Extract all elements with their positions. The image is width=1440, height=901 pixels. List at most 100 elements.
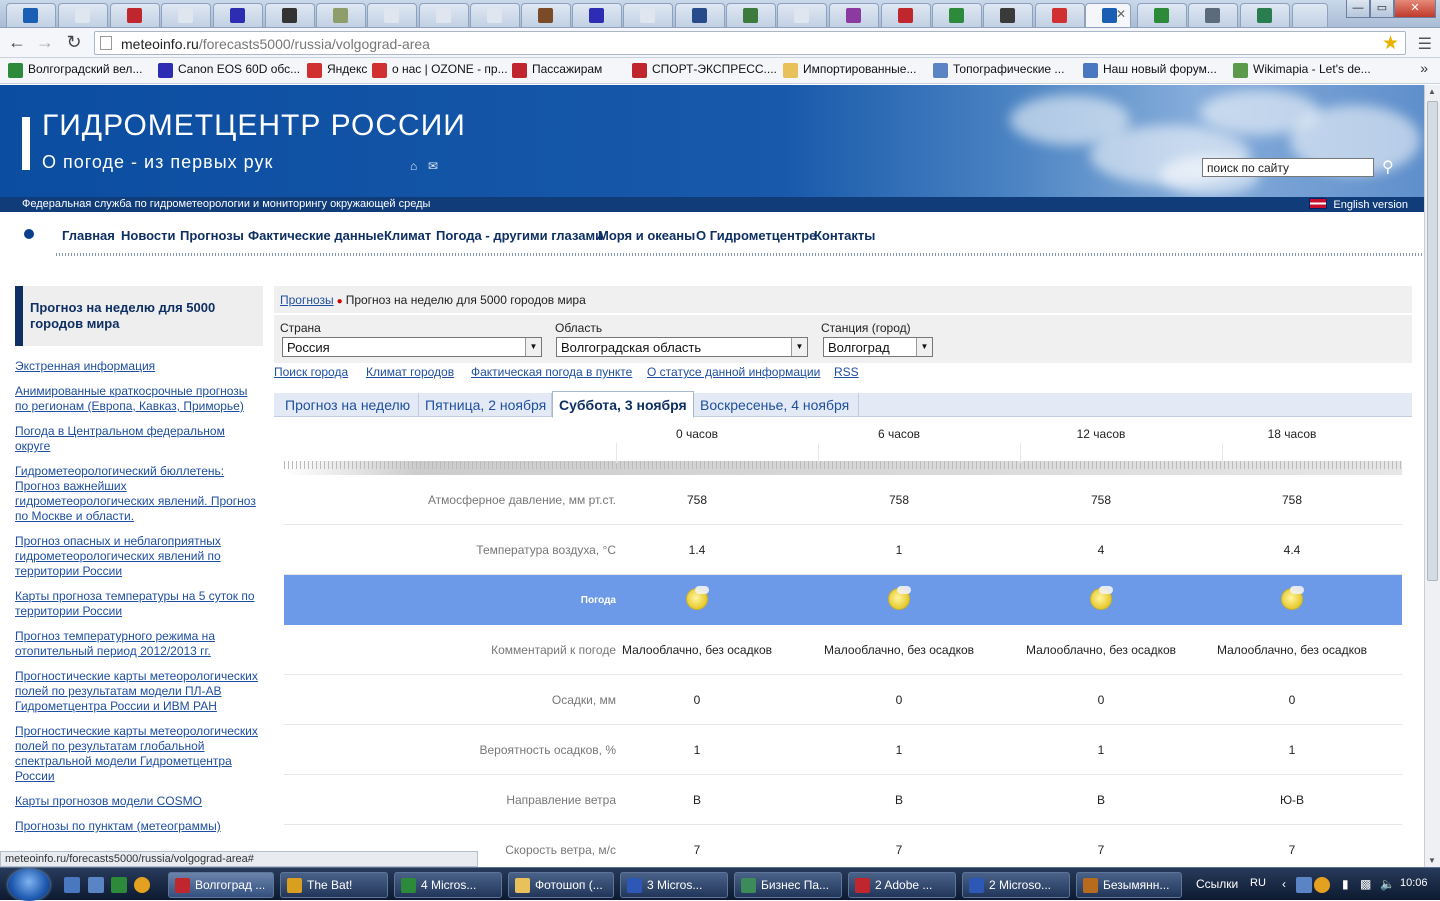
start-button[interactable] bbox=[8, 869, 50, 901]
browser-tab[interactable] bbox=[881, 3, 931, 27]
taskbar-item[interactable]: 4 Micros... bbox=[394, 872, 502, 898]
address-bar[interactable]: meteoinfo.ru/forecasts5000/russia/volgog… bbox=[94, 31, 1406, 55]
sidebar-link[interactable]: Прогноз температурного режима на отопите… bbox=[15, 629, 260, 659]
country-select[interactable]: Россия ▼ bbox=[282, 337, 542, 357]
taskbar-item[interactable]: 3 Micros... bbox=[620, 872, 728, 898]
site-search-input[interactable] bbox=[1202, 158, 1374, 177]
day-tab[interactable]: Прогноз на неделю bbox=[279, 393, 419, 417]
browser-tab[interactable] bbox=[1240, 3, 1290, 27]
browser-tab[interactable] bbox=[726, 3, 776, 27]
breadcrumb-link-forecasts[interactable]: Прогнозы bbox=[280, 293, 334, 307]
sidebar-link[interactable]: Карты прогнозов модели COSMO bbox=[15, 794, 260, 809]
tray-app-icon[interactable] bbox=[1314, 877, 1330, 893]
nav-item[interactable]: Моря и океаны bbox=[598, 228, 695, 243]
browser-tab[interactable] bbox=[367, 3, 417, 27]
browser-tab[interactable] bbox=[213, 3, 263, 27]
content-link[interactable]: Поиск города bbox=[274, 365, 348, 379]
minimize-window-icon[interactable]: — bbox=[1346, 0, 1370, 18]
content-link[interactable]: RSS bbox=[834, 365, 859, 379]
tray-expand-icon[interactable]: ‹ bbox=[1282, 877, 1286, 891]
wrench-menu-icon[interactable]: ☰ bbox=[1418, 34, 1432, 54]
nav-item[interactable]: Главная bbox=[62, 228, 115, 243]
browser-tab[interactable] bbox=[983, 3, 1033, 27]
quick-launch-chrome-icon[interactable] bbox=[134, 877, 150, 893]
content-link[interactable]: Фактическая погода в пункте bbox=[471, 365, 632, 379]
browser-tab[interactable] bbox=[777, 3, 827, 27]
sidebar-link[interactable]: Экстренная информация bbox=[15, 359, 260, 374]
quick-launch-desktop-icon[interactable] bbox=[88, 877, 104, 893]
taskbar-item[interactable]: 2 Microso... bbox=[962, 872, 1070, 898]
bookmark-item[interactable]: Пассажирам bbox=[512, 62, 602, 80]
clock[interactable]: 10:06 bbox=[1400, 877, 1428, 889]
browser-tab[interactable] bbox=[932, 3, 982, 27]
nav-item[interactable]: Новости bbox=[121, 228, 176, 243]
bookmark-item[interactable]: Wikimapia - Let's de... bbox=[1233, 62, 1371, 80]
nav-item[interactable]: Прогнозы bbox=[180, 228, 244, 243]
browser-tab[interactable] bbox=[58, 3, 108, 27]
taskbar-item[interactable]: Волгоград ... bbox=[168, 872, 274, 898]
bookmark-item[interactable]: о нас | OZONE - пр... bbox=[372, 62, 508, 80]
station-select[interactable]: Волгоград ▼ bbox=[823, 337, 933, 357]
taskbar-item[interactable]: The Bat! bbox=[280, 872, 388, 898]
nav-item[interactable]: Контакты bbox=[814, 228, 875, 243]
browser-tab[interactable] bbox=[470, 3, 520, 27]
reload-icon[interactable]: ↻ bbox=[63, 33, 85, 53]
language-indicator[interactable]: RU bbox=[1250, 877, 1266, 889]
tray-network-icon[interactable] bbox=[1296, 877, 1312, 893]
browser-tab[interactable] bbox=[316, 3, 366, 27]
bookmark-item[interactable]: Яндекс bbox=[307, 62, 367, 80]
nav-item[interactable]: Климат bbox=[384, 228, 431, 243]
sidebar-link[interactable]: Анимированные краткосрочные прогнозы по … bbox=[15, 384, 260, 414]
bookmark-item[interactable]: Импортированные... bbox=[783, 62, 916, 80]
sidebar-link[interactable]: Прогностические карты метеорологических … bbox=[15, 724, 260, 784]
bookmarks-overflow-icon[interactable]: » bbox=[1420, 60, 1428, 76]
sidebar-link[interactable]: Гидрометеорологический бюллетень: Прогно… bbox=[15, 464, 260, 524]
taskbar-item[interactable]: Бизнес Па... bbox=[734, 872, 842, 898]
taskbar-item[interactable]: 2 Adobe ... bbox=[848, 872, 956, 898]
day-tab[interactable]: Суббота, 3 ноября bbox=[552, 391, 694, 418]
browser-tab[interactable] bbox=[829, 3, 879, 27]
scroll-down-icon[interactable]: ▼ bbox=[1428, 856, 1436, 865]
browser-tab[interactable] bbox=[110, 3, 160, 27]
taskbar-item[interactable]: Безымянн... bbox=[1076, 872, 1182, 898]
search-icon[interactable]: ⚲ bbox=[1382, 157, 1394, 177]
scrollbar-thumb[interactable] bbox=[1427, 101, 1438, 581]
mail-icon[interactable]: ✉ bbox=[428, 159, 438, 173]
browser-tab[interactable] bbox=[521, 3, 571, 27]
bookmark-star-icon[interactable]: ★ bbox=[1382, 32, 1399, 55]
page-scrollbar[interactable]: ▲ ▼ bbox=[1424, 85, 1440, 867]
content-link[interactable]: Климат городов bbox=[366, 365, 454, 379]
nav-item[interactable]: О Гидрометцентре bbox=[696, 228, 816, 243]
taskbar-item[interactable]: Фотошоп (... bbox=[508, 872, 614, 898]
browser-tab[interactable] bbox=[1188, 3, 1238, 27]
browser-tab[interactable] bbox=[419, 3, 469, 27]
scroll-up-icon[interactable]: ▲ bbox=[1428, 87, 1436, 96]
browser-tab[interactable] bbox=[1137, 3, 1187, 27]
site-title[interactable]: ГИДРОМЕТЦЕНТР РОССИИ bbox=[42, 109, 466, 143]
browser-tab[interactable] bbox=[623, 3, 673, 27]
back-icon[interactable]: ← bbox=[6, 33, 28, 53]
new-tab-button[interactable] bbox=[1292, 3, 1328, 27]
tray-signal-icon[interactable]: ▩ bbox=[1360, 877, 1371, 891]
bookmark-item[interactable]: Топографические ... bbox=[933, 62, 1064, 80]
forward-icon[interactable]: → bbox=[34, 33, 56, 53]
nav-item[interactable]: Погода - другими глазами bbox=[436, 228, 603, 243]
nav-item[interactable]: Фактические данные bbox=[248, 228, 384, 243]
tray-volume-icon[interactable]: 🔈 bbox=[1380, 877, 1395, 891]
bookmark-item[interactable]: СПОРТ-ЭКСПРЕСС.... bbox=[632, 62, 777, 80]
sidebar-link[interactable]: Прогноз опасных и неблагоприятных гидром… bbox=[15, 534, 260, 579]
sidebar-link[interactable]: Прогностические карты метеорологических … bbox=[15, 669, 260, 714]
browser-tab[interactable] bbox=[675, 3, 725, 27]
day-tab[interactable]: Воскресенье, 4 ноября bbox=[694, 393, 859, 417]
bookmark-item[interactable]: Canon EOS 60D обс... bbox=[158, 62, 300, 80]
links-toolbar-label[interactable]: Ссылки bbox=[1196, 877, 1238, 891]
browser-tab[interactable] bbox=[265, 3, 315, 27]
close-window-icon[interactable]: ✕ bbox=[1394, 0, 1436, 18]
browser-tab[interactable]: ✕ bbox=[1085, 3, 1131, 27]
close-tab-icon[interactable]: ✕ bbox=[1116, 7, 1126, 21]
content-link[interactable]: О статусе данной информации bbox=[647, 365, 820, 379]
browser-tab[interactable] bbox=[572, 3, 622, 27]
tray-battery-icon[interactable]: ▮ bbox=[1342, 877, 1349, 891]
quick-launch-explorer-icon[interactable] bbox=[64, 877, 80, 893]
browser-tab[interactable] bbox=[161, 3, 211, 27]
